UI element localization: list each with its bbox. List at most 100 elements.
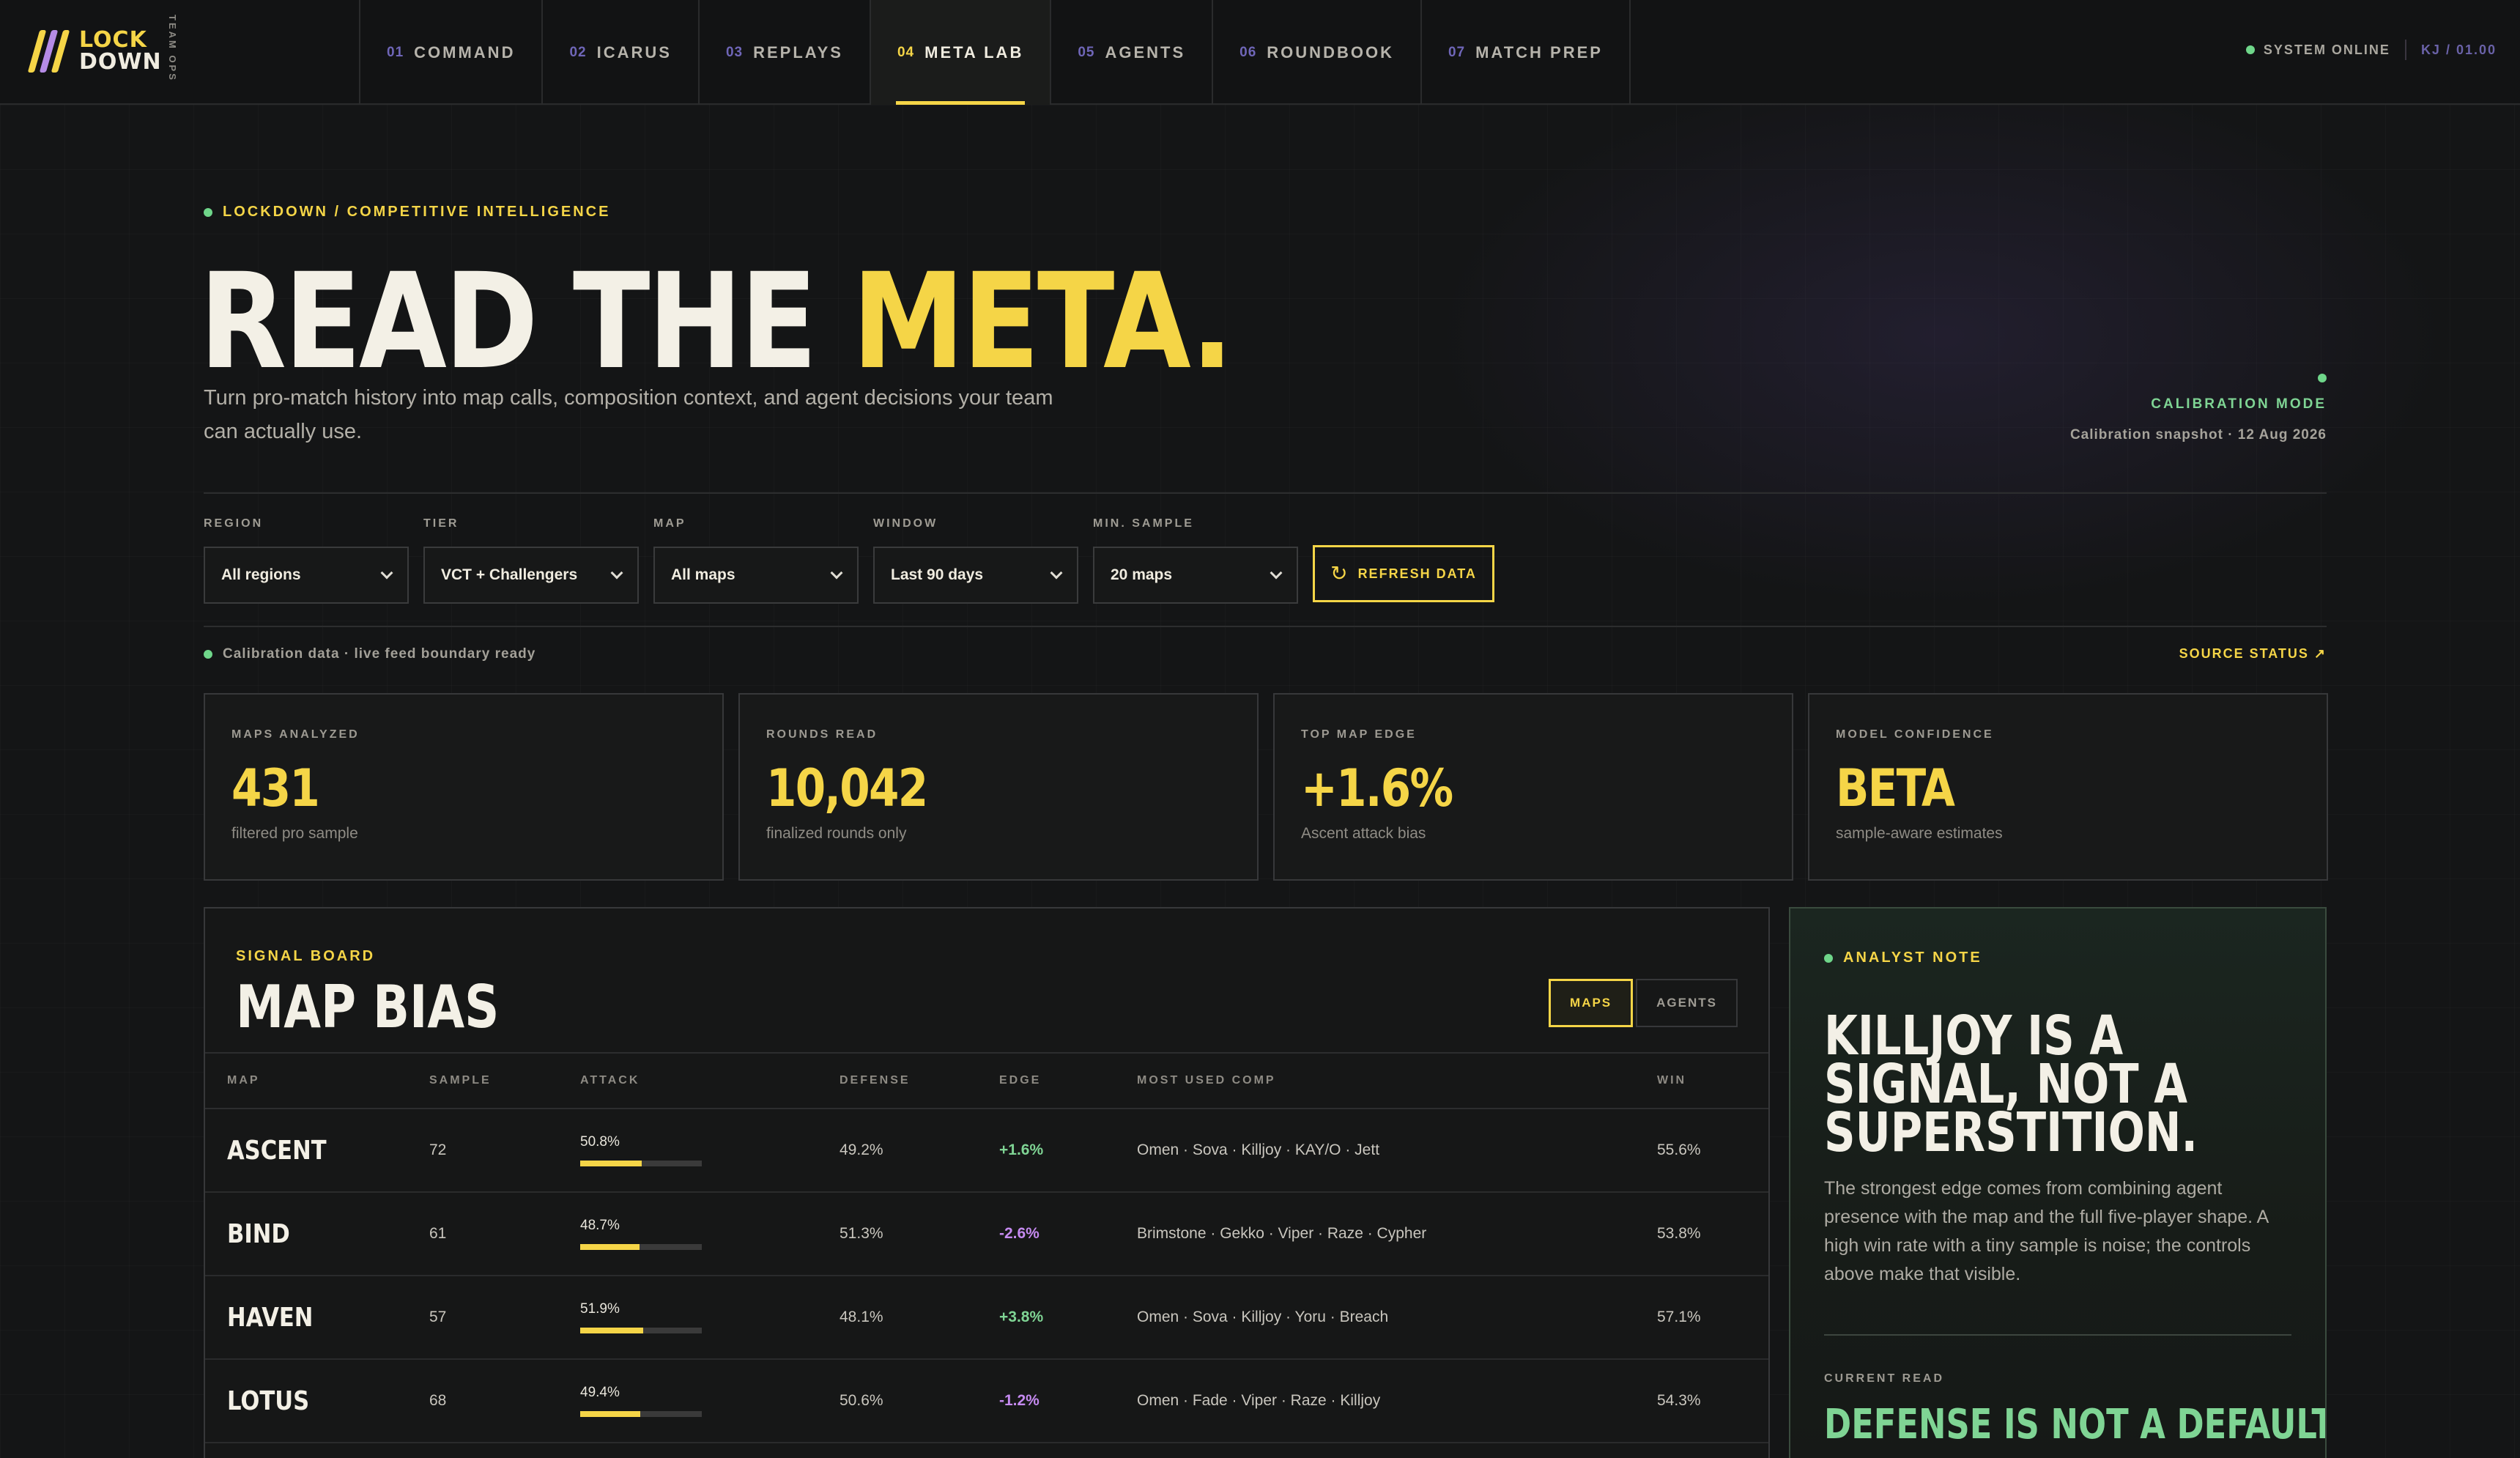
tab-number: 02 <box>569 44 587 60</box>
refresh-data-button[interactable]: ↻ REFRESH DATA <box>1313 545 1494 602</box>
stat-card-rounds-read: ROUNDS READ 10,042 finalized rounds only <box>738 693 1259 881</box>
tab-replays[interactable]: 03 REPLAYS <box>697 0 870 105</box>
region-filter-label: REGION <box>204 517 264 530</box>
table-row[interactable]: ASCENT 72 50.8% 49.2% +1.6% Omen · Sova … <box>205 1109 1768 1193</box>
tab-number: 05 <box>1078 44 1095 60</box>
table-row[interactable]: HAVEN 57 51.9% 48.1% +3.8% Omen · Sova ·… <box>205 1276 1768 1360</box>
chevron-down-icon <box>830 566 843 580</box>
attack-value: 50.8% <box>580 1134 620 1150</box>
map-filter-label: MAP <box>653 517 686 530</box>
table-row[interactable]: LOTUS 68 49.4% 50.6% -1.2% Omen · Fade ·… <box>205 1360 1768 1443</box>
tab-label: META LAB <box>924 42 1024 62</box>
data-status-text: Calibration data · live feed boundary re… <box>223 646 536 662</box>
column-header-sample[interactable]: SAMPLE <box>429 1074 492 1087</box>
live-dot-icon <box>204 207 212 217</box>
attack-cell: 49.4% <box>580 1360 702 1442</box>
page-title-accent: META. <box>851 245 1234 399</box>
table-row[interactable]: BIND 61 48.7% 51.3% -2.6% Brimstone · Ge… <box>205 1193 1768 1276</box>
chevron-down-icon <box>1270 566 1283 580</box>
column-header-defense[interactable]: DEFENSE <box>840 1074 911 1087</box>
attack-cell: 50.8% <box>580 1109 702 1191</box>
signal-board: SIGNAL BOARD MAP BIAS MAPS AGENTS MAP SA… <box>204 907 1770 1458</box>
column-header-edge[interactable]: EDGE <box>999 1074 1041 1087</box>
current-read-value: DEFENSE IS NOT A DEFAULT. <box>1824 1401 2327 1448</box>
attack-bar-fill <box>580 1161 642 1166</box>
source-status-link[interactable]: SOURCE STATUS ↗ <box>2179 646 2327 662</box>
calibration-status: CALIBRATION MODE Calibration snapshot · … <box>2070 374 2327 443</box>
attack-value: 48.7% <box>580 1218 620 1233</box>
attack-bar <box>580 1328 702 1333</box>
table-header: MAP SAMPLE ATTACK DEFENSE EDGE MOST USED… <box>205 1052 1768 1109</box>
refresh-icon: ↻ <box>1330 562 1348 585</box>
stat-caption: finalized rounds only <box>766 825 907 842</box>
tab-match-prep[interactable]: 07 MATCH PREP <box>1420 0 1631 105</box>
main-tabs: 01 COMMAND 02 ICARUS 03 REPLAYS 04 META … <box>359 0 1631 105</box>
user-badge[interactable]: KJ / 01.00 <box>2421 42 2497 58</box>
attack-bar <box>580 1244 702 1250</box>
tab-roundbook[interactable]: 06 ROUNDBOOK <box>1212 0 1420 105</box>
tab-meta-lab[interactable]: 04 META LAB <box>869 0 1050 105</box>
logo-line-1: LOCK <box>79 27 147 53</box>
map-select[interactable]: All maps <box>653 547 859 604</box>
attack-cell: 51.9% <box>580 1276 702 1358</box>
column-header-map[interactable]: MAP <box>227 1074 260 1087</box>
stat-value: +1.6% <box>1301 758 1453 818</box>
hero-eyebrow: LOCKDOWN / COMPETITIVE INTELLIGENCE <box>204 204 610 221</box>
column-header-most-used-comp[interactable]: MOST USED COMP <box>1137 1074 1276 1087</box>
stat-caption: Ascent attack bias <box>1301 825 1426 842</box>
chevron-down-icon <box>380 566 393 580</box>
tier-filter: TIER VCT + Challengers <box>423 517 639 604</box>
map-name: ASCENT <box>227 1135 327 1166</box>
window-select[interactable]: Last 90 days <box>873 547 1078 604</box>
tab-agents[interactable]: 05 AGENTS <box>1050 0 1212 105</box>
region-filter: REGION All regions <box>204 517 409 604</box>
page-title-main: READ THE <box>199 245 852 399</box>
page-subtitle: Turn pro-match history into map calls, c… <box>204 386 1053 443</box>
tab-number: 06 <box>1239 44 1257 60</box>
attack-value: 51.9% <box>580 1301 620 1317</box>
edge-value: -1.2% <box>999 1392 1040 1409</box>
tab-label: REPLAYS <box>753 42 843 62</box>
tier-select[interactable]: VCT + Challengers <box>423 547 639 604</box>
attack-bar-fill <box>580 1328 644 1333</box>
win-value: 53.8% <box>1657 1225 1701 1242</box>
logo-line-2: DOWN <box>79 49 162 75</box>
note-dot-icon <box>1824 953 1833 963</box>
data-status: Calibration data · live feed boundary re… <box>204 646 536 662</box>
background-glow <box>1392 44 2491 630</box>
toggle-maps[interactable]: MAPS <box>1549 979 1634 1027</box>
comp-value: Omen · Sova · Killjoy · KAY/O · Jett <box>1137 1141 1380 1158</box>
tab-label: ICARUS <box>596 42 672 62</box>
stat-card-maps-analyzed: MAPS ANALYZED 431 filtered pro sample <box>204 693 724 881</box>
divider <box>204 626 2327 627</box>
stat-label: ROUNDS READ <box>766 728 878 741</box>
toggle-agents[interactable]: AGENTS <box>1636 979 1738 1027</box>
window-select-value: Last 90 days <box>891 566 984 583</box>
defense-value: 49.2% <box>840 1141 883 1158</box>
tab-number: 04 <box>897 44 915 60</box>
edge-value: -2.6% <box>999 1225 1040 1242</box>
tier-select-value: VCT + Challengers <box>441 566 578 583</box>
status-dot-icon <box>204 650 212 659</box>
comp-value: Brimstone · Gekko · Viper · Raze · Cyphe… <box>1137 1225 1427 1242</box>
defense-value: 48.1% <box>840 1309 883 1325</box>
defense-value: 50.6% <box>840 1392 883 1409</box>
stat-caption: filtered pro sample <box>231 825 358 842</box>
region-select[interactable]: All regions <box>204 547 409 604</box>
tab-command[interactable]: 01 COMMAND <box>359 0 541 105</box>
column-header-win[interactable]: WIN <box>1657 1074 1686 1087</box>
note-eyebrow-text: ANALYST NOTE <box>1843 950 1982 966</box>
board-eyebrow: SIGNAL BOARD <box>236 948 376 964</box>
note-eyebrow: ANALYST NOTE <box>1824 950 2291 966</box>
tab-icarus[interactable]: 02 ICARUS <box>541 0 697 105</box>
min-sample-filter-label: MIN. SAMPLE <box>1093 517 1194 530</box>
min-sample-select[interactable]: 20 maps <box>1093 547 1298 604</box>
map-name: LOTUS <box>227 1385 310 1416</box>
logo[interactable]: LOCK DOWN <box>27 22 162 81</box>
tab-number: 01 <box>387 44 404 60</box>
tab-number: 07 <box>1448 44 1466 60</box>
defense-value: 51.3% <box>840 1225 883 1242</box>
attack-bar <box>580 1411 702 1417</box>
page-title: READ THE META. <box>199 256 1234 388</box>
column-header-attack[interactable]: ATTACK <box>580 1074 640 1087</box>
